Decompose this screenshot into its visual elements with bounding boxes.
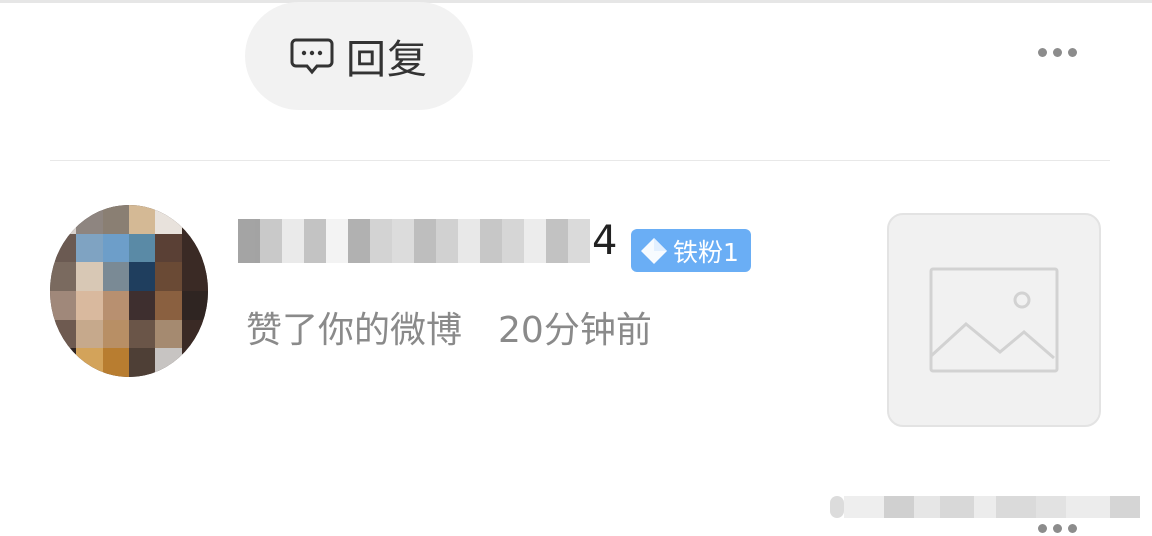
post-thumbnail[interactable] bbox=[887, 213, 1101, 427]
activity-action: 赞了你的微博 bbox=[246, 310, 463, 351]
username-redacted bbox=[238, 219, 590, 263]
top-divider bbox=[0, 0, 1152, 3]
reply-label: 回复 bbox=[346, 37, 428, 83]
next-item-redacted bbox=[830, 490, 1142, 524]
image-placeholder-icon bbox=[929, 267, 1059, 373]
fan-badge-label: 铁粉1 bbox=[673, 237, 739, 267]
reply-button[interactable]: 回复 bbox=[245, 2, 473, 110]
diamond-icon bbox=[641, 237, 667, 264]
fan-badge[interactable]: 铁粉1 bbox=[631, 229, 751, 272]
username-visible-tail: 4 bbox=[592, 218, 618, 264]
activity-line: 赞了你的微博 20分钟前 bbox=[246, 304, 652, 351]
activity-time: 20分钟前 bbox=[498, 310, 652, 351]
section-divider bbox=[50, 160, 1110, 161]
avatar[interactable] bbox=[50, 205, 208, 377]
more-options-icon[interactable] bbox=[1038, 48, 1077, 57]
username[interactable]: 4 bbox=[238, 206, 624, 276]
comment-icon bbox=[290, 38, 334, 75]
more-options-icon-next[interactable] bbox=[1038, 524, 1077, 533]
